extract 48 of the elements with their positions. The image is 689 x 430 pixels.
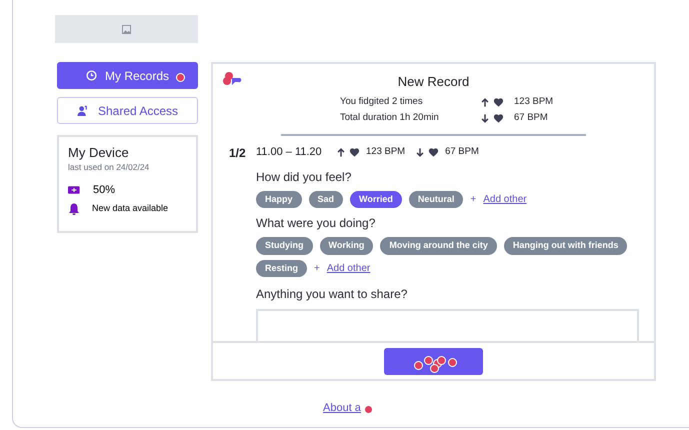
option-chip[interactable]: Resting (256, 260, 308, 277)
question-label: How did you feel? (256, 168, 352, 186)
option-chip[interactable]: Happy (256, 190, 302, 208)
nav-button[interactable]: My Records (57, 62, 198, 89)
image-icon (122, 24, 131, 34)
arrow-up-icon (336, 147, 346, 158)
notice-text: New data available (92, 202, 168, 216)
option-chip[interactable]: Working (320, 237, 374, 254)
summary-text: You fidgited 2 times (340, 95, 424, 110)
last-used-text: last used on 24/02/24 (68, 161, 150, 174)
segment-index: 1/2 (229, 144, 247, 162)
option-chip[interactable]: Moving around the city (380, 237, 497, 254)
record-title: New Record (398, 73, 470, 91)
click-marker (364, 405, 373, 414)
battery-icon (68, 185, 81, 195)
bpm-reading: 123 BPM (514, 95, 554, 110)
submit-button[interactable] (384, 348, 483, 374)
question-label: What were you doing? (256, 215, 376, 232)
plus-icon: + (314, 260, 320, 276)
share-label: Anything you want to share? (256, 286, 408, 303)
bpm-reading: 67 BPM (445, 145, 479, 160)
add-other-link[interactable]: Add other (326, 260, 370, 276)
battery-level: 50% (93, 182, 116, 198)
heart-icon (493, 97, 504, 108)
arrow-up-icon (480, 97, 490, 108)
heart-icon (428, 147, 440, 158)
arrow-down-icon (415, 147, 426, 158)
arrow-down-icon (480, 113, 490, 124)
device-title: My Device (68, 145, 130, 161)
plus-icon: + (470, 192, 476, 207)
option-chip[interactable]: Worried (350, 190, 402, 208)
clock-icon (86, 70, 97, 81)
bpm-reading: 67 BPM (514, 111, 548, 126)
option-chip[interactable]: Sad (308, 190, 344, 208)
option-chip[interactable]: Studying (256, 237, 312, 254)
bpm-reading: 123 BPM (366, 145, 406, 160)
option-chip[interactable]: Neutural (408, 190, 464, 208)
users-icon (76, 105, 90, 116)
heart-icon (493, 113, 504, 124)
nav-button[interactable]: Shared Access (57, 97, 198, 124)
add-other-link[interactable]: Add other (483, 192, 527, 207)
bell-icon (68, 203, 80, 215)
heart-icon (349, 147, 360, 158)
summary-text: Total duration 1h 20min (340, 111, 440, 126)
segment-time: 11.00 – 11.20 (256, 145, 323, 160)
about-link[interactable]: About a (323, 400, 361, 416)
option-chip[interactable]: Hanging out with friends (504, 237, 628, 254)
logo-icon (222, 71, 242, 87)
